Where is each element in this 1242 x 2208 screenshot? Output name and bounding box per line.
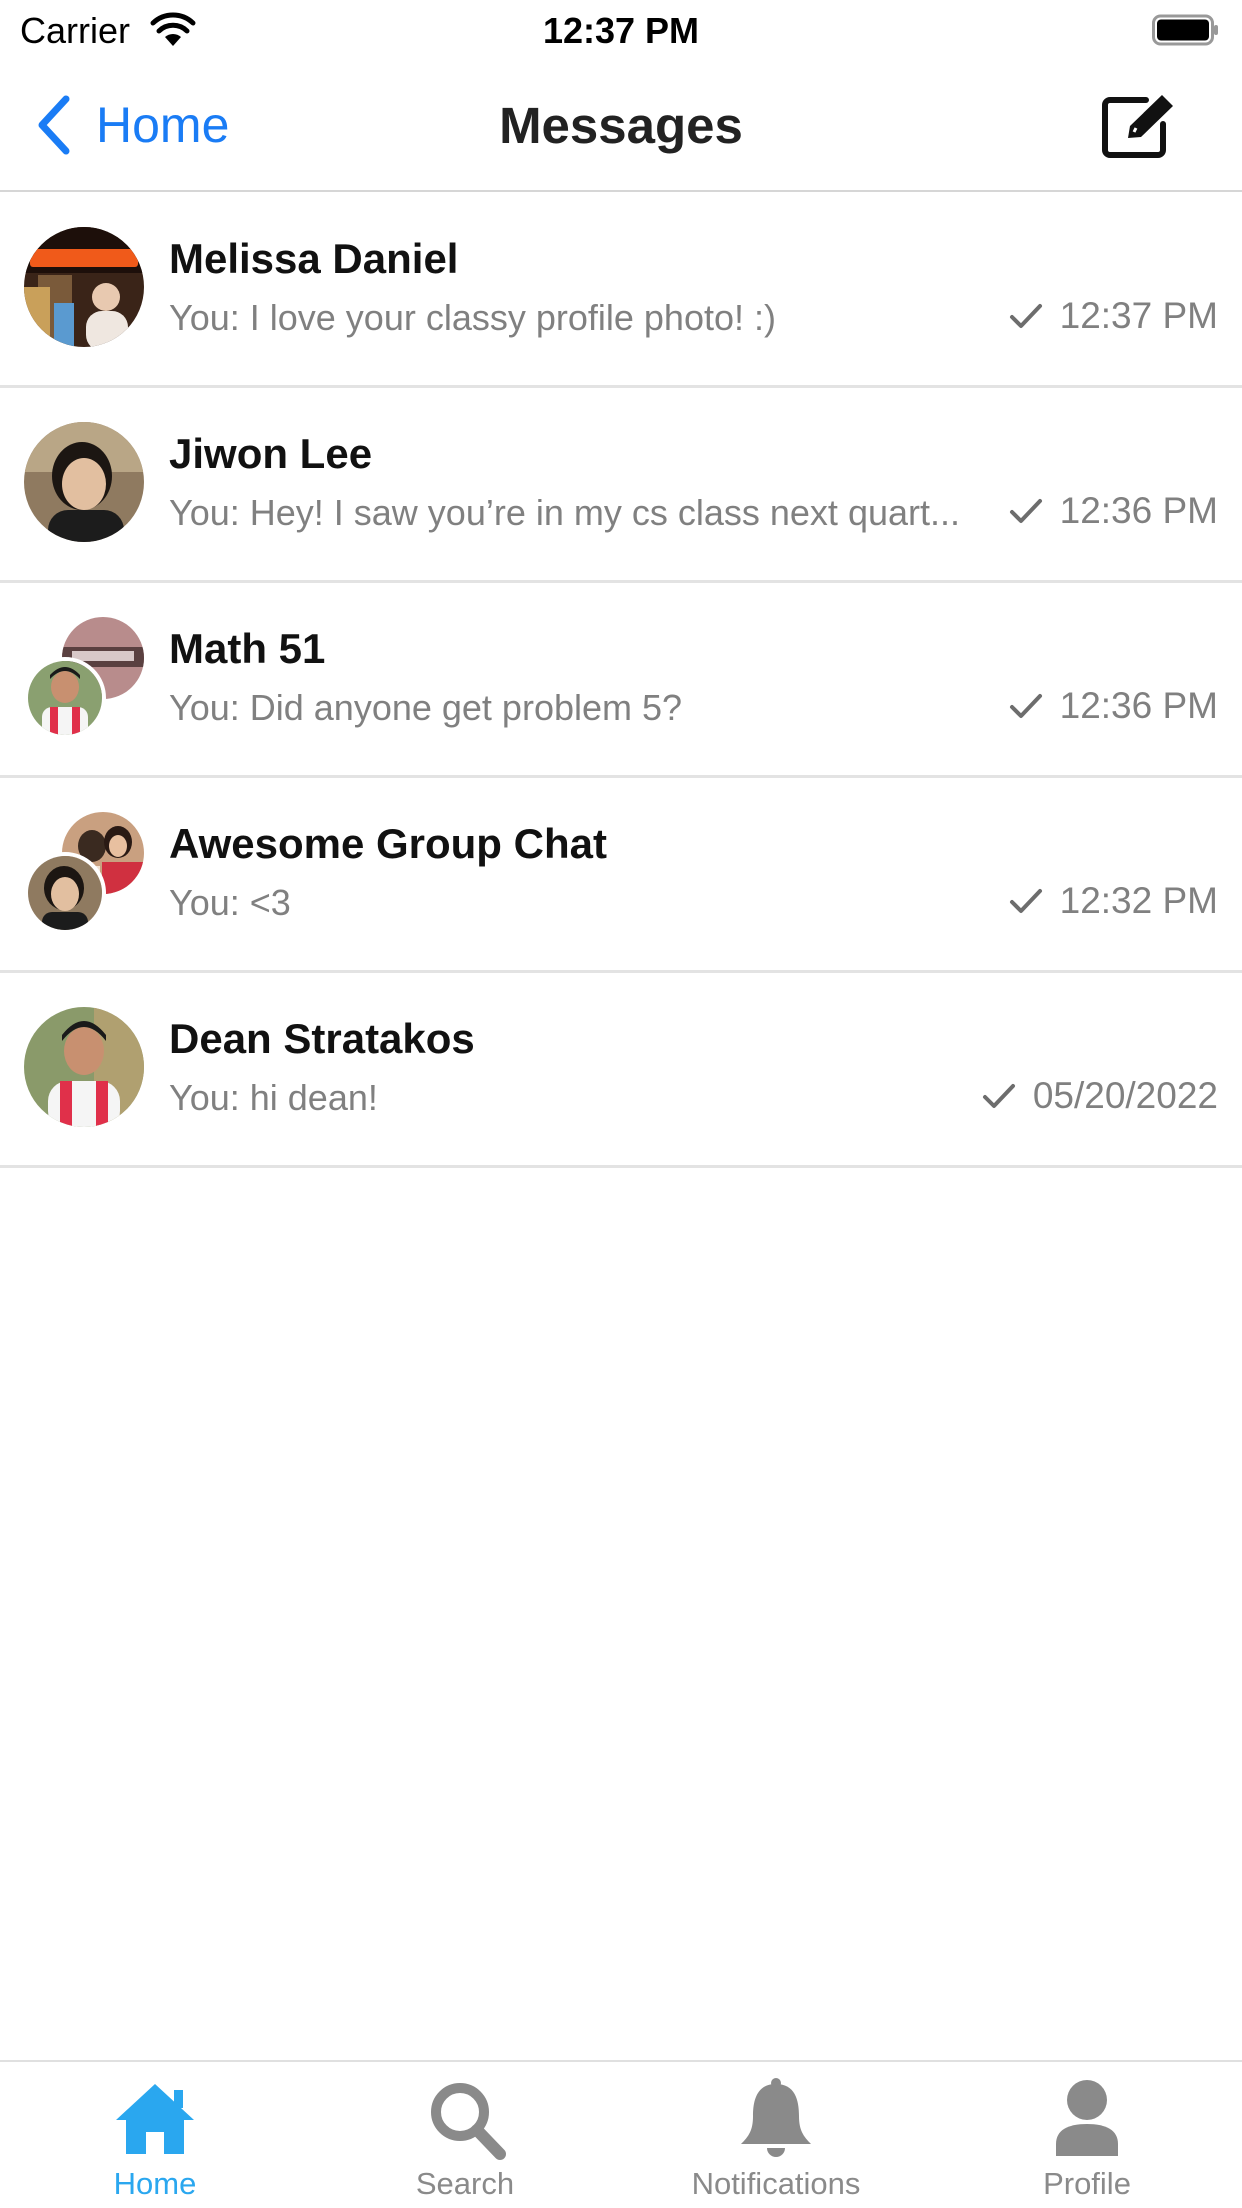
conversation-time: 12:32 PM	[1059, 880, 1218, 921]
conversation-row[interactable]: Melissa Daniel You: I love your classy p…	[0, 193, 1242, 388]
group-avatar	[24, 812, 144, 934]
conversation-row[interactable]: Dean Stratakos You: hi dean! 05/20/2022	[0, 973, 1242, 1168]
tab-label: Search	[415, 2166, 515, 2201]
conversation-name: Jiwon Lee	[169, 430, 373, 477]
tab-search[interactable]: Search	[345, 2076, 585, 2206]
conversation-preview: You: hi dean!	[169, 1077, 378, 1118]
avatar	[24, 227, 144, 347]
conversation-row[interactable]: Math 51 You: Did anyone get problem 5? 1…	[0, 583, 1242, 778]
conversation-name: Awesome Group Chat	[169, 820, 607, 867]
conversation-preview: You: I love your classy profile photo! :…	[169, 297, 776, 338]
person-icon	[1056, 2080, 1118, 2156]
conversation-name: Dean Stratakos	[169, 1015, 475, 1062]
check-icon	[1009, 694, 1042, 718]
tab-label: Home	[113, 2166, 197, 2201]
battery-icon	[1152, 14, 1218, 46]
conversation-preview: You: Hey! I saw you’re in my cs class ne…	[169, 492, 960, 533]
conversation-name: Melissa Daniel	[169, 235, 459, 282]
back-button[interactable]: Home	[36, 92, 229, 158]
tab-bar: Home Search Notifications Profile	[0, 2060, 1242, 2208]
avatar	[24, 852, 106, 934]
conversation-name: Math 51	[169, 625, 326, 672]
check-icon	[1009, 889, 1042, 913]
tab-notifications[interactable]: Notifications	[656, 2076, 896, 2206]
conversation-meta: 12:36 PM	[1008, 490, 1218, 532]
conversation-list: Melissa Daniel You: I love your classy p…	[0, 193, 1242, 1168]
conversation-time: 12:37 PM	[1059, 295, 1218, 336]
check-icon	[1009, 499, 1042, 523]
avatar	[24, 1007, 144, 1127]
check-icon	[1009, 304, 1042, 328]
conversation-time: 05/20/2022	[1032, 1075, 1218, 1116]
conversation-meta: 12:36 PM	[1008, 685, 1218, 727]
tab-home[interactable]: Home	[35, 2076, 275, 2206]
search-icon	[431, 2083, 506, 2160]
conversation-row[interactable]: Jiwon Lee You: Hey! I saw you’re in my c…	[0, 388, 1242, 583]
navigation-bar: Home Messages	[0, 62, 1242, 192]
home-icon	[116, 2084, 194, 2154]
conversation-meta: 12:32 PM	[1008, 880, 1218, 922]
conversation-row[interactable]: Awesome Group Chat You: <3 12:32 PM	[0, 778, 1242, 973]
back-label: Home	[96, 97, 230, 153]
bell-icon	[741, 2078, 811, 2157]
group-avatar	[24, 617, 144, 739]
conversation-time: 12:36 PM	[1059, 685, 1218, 726]
check-icon	[982, 1084, 1015, 1108]
conversation-preview: You: <3	[169, 882, 291, 923]
avatar	[24, 422, 144, 542]
avatar	[24, 657, 106, 739]
status-bar: Carrier 12:37 PM	[0, 0, 1242, 62]
conversation-meta: 12:37 PM	[1008, 295, 1218, 337]
compose-icon[interactable]	[1100, 92, 1182, 158]
tab-label: Profile	[1043, 2166, 1131, 2201]
conversation-preview: You: Did anyone get problem 5?	[169, 687, 683, 728]
chevron-left-icon	[38, 95, 70, 155]
tab-profile[interactable]: Profile	[967, 2076, 1207, 2206]
conversation-meta: 05/20/2022	[981, 1075, 1218, 1117]
status-clock: 12:37 PM	[542, 10, 700, 51]
conversation-time: 12:36 PM	[1059, 490, 1218, 531]
tab-label: Notifications	[691, 2166, 861, 2201]
